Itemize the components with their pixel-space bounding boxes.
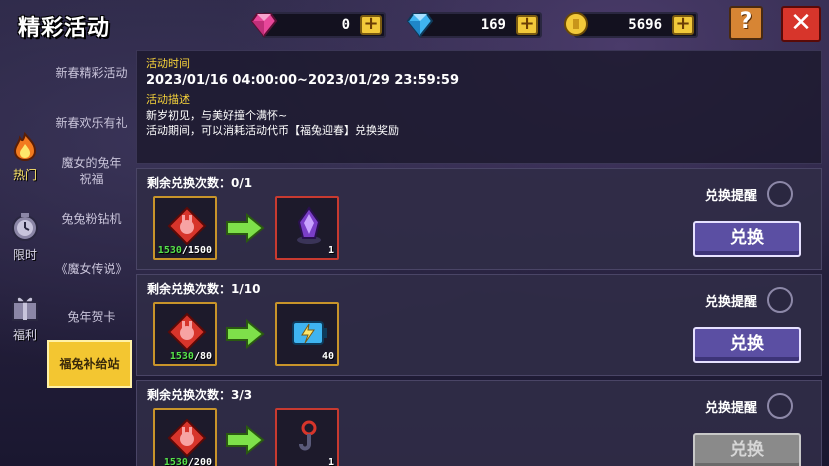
purple-crystal-icon [297, 206, 321, 244]
cost-count: 1530/200 [163, 457, 212, 466]
exchange-reminder-label: 兑换提醒 [704, 189, 757, 204]
cost-item-slot[interactable]: 1530/80 [153, 302, 217, 366]
arrow-right-icon [226, 425, 265, 455]
gold-coin-amount: 5696 [628, 17, 662, 33]
help-button[interactable]: ? [729, 6, 763, 40]
cost-item-slot[interactable]: 1530/1500 [153, 196, 217, 260]
submenu-item-rabbit-diamond[interactable]: 兔兔粉钻机 [50, 206, 133, 232]
flame-icon [13, 131, 37, 162]
description-line-2: 活动期间，可以消耗活动代币【福兔迎春】兑换奖励 [146, 124, 399, 137]
exchange-button[interactable]: 兑换 [693, 433, 801, 466]
reward-count: 40 [321, 351, 334, 362]
red-hook-icon [299, 420, 317, 451]
description-line-1: 新岁初见，与美好撞个满怀~ [146, 109, 288, 122]
reward-item-slot[interactable]: 1 [275, 196, 339, 260]
rail-item-label: 热门 [12, 168, 37, 182]
add-pink-gem-button[interactable]: + [360, 15, 382, 35]
rabbit-token-icon [167, 312, 207, 352]
exchange-button[interactable]: 兑换 [693, 327, 801, 363]
cost-count: 1530/1500 [157, 245, 212, 256]
currency-gold-coin: 5696 + [564, 12, 698, 38]
submenu-item-greeting-card[interactable]: 兔年贺卡 [50, 304, 133, 330]
blue-gem-icon [406, 13, 434, 38]
exchange-button[interactable]: 兑换 [693, 221, 801, 257]
exchange-reminder-label: 兑换提醒 [704, 295, 757, 310]
arrow-right-icon [226, 213, 265, 243]
rail-item-label: 福利 [12, 328, 37, 342]
energy-battery-icon [292, 321, 327, 345]
currency-pink-gem: 0 + [250, 12, 386, 38]
gift-icon [12, 296, 38, 321]
rail-item-label: 限时 [12, 248, 37, 262]
submenu-item-spring-activity[interactable]: 新春精彩活动 [50, 60, 133, 86]
pink-gem-icon [250, 13, 278, 38]
gold-coin-icon [564, 12, 588, 36]
header: 精彩活动 0 + 169 + 5696 + ? ✕ [0, 0, 829, 50]
cost-count: 1530/80 [169, 351, 212, 362]
exchange-reminder-label: 兑换提醒 [704, 401, 757, 416]
submenu-item-supply-station[interactable]: 福兔补给站 [47, 340, 132, 388]
close-button[interactable]: ✕ [781, 6, 821, 42]
exchange-reminder-checkbox[interactable] [767, 181, 793, 207]
activity-submenu: 新春精彩活动 新春欢乐有礼 魔女的兔年祝福 兔兔粉钻机 《魔女传说》 兔年贺卡 … [47, 50, 133, 466]
reward-count: 1 [327, 245, 334, 256]
exchange-row: 剩余兑换次数：3/3 1530/200 1 兑换提醒 兑换 [136, 380, 822, 466]
blue-gem-amount: 169 [480, 17, 506, 33]
rail-item-limited[interactable]: 限时 [0, 212, 50, 272]
rail-item-welfare[interactable]: 福利 [0, 292, 50, 352]
reward-item-slot[interactable]: 40 [275, 302, 339, 366]
arrow-right-icon [226, 319, 265, 349]
rabbit-token-icon [167, 418, 207, 458]
clock-icon [12, 213, 38, 241]
activity-info-panel: 活动时间 2023/01/16 04:00:00~2023/01/29 23:5… [136, 50, 822, 164]
cost-item-slot[interactable]: 1530/200 [153, 408, 217, 466]
submenu-item-witch-blessing[interactable]: 魔女的兔年祝福 [50, 154, 133, 188]
page-title: 精彩活动 [18, 16, 111, 41]
time-value: 2023/01/16 04:00:00~2023/01/29 23:59:59 [146, 73, 460, 88]
exchange-reminder-checkbox[interactable] [767, 287, 793, 313]
submenu-item-witch-legend[interactable]: 《魔女传说》 [50, 256, 133, 282]
currency-blue-gem: 169 + [406, 12, 542, 38]
add-blue-gem-button[interactable]: + [516, 15, 538, 35]
remaining-exchanges: 剩余兑换次数：3/3 [147, 388, 253, 402]
time-heading: 活动时间 [146, 57, 190, 70]
exchange-row: 剩余兑换次数：1/10 1530/80 40 兑换提醒 兑换 [136, 274, 822, 376]
rabbit-token-icon [167, 206, 207, 246]
reward-item-slot[interactable]: 1 [275, 408, 339, 466]
reward-count: 1 [327, 457, 334, 466]
description-heading: 活动描述 [146, 93, 190, 106]
exchange-reminder-checkbox[interactable] [767, 393, 793, 419]
pink-gem-amount: 0 [341, 17, 350, 33]
rail-item-hot[interactable]: 热门 [0, 131, 50, 192]
add-gold-coin-button[interactable]: + [672, 15, 694, 35]
remaining-exchanges: 剩余兑换次数：0/1 [147, 176, 253, 190]
remaining-exchanges: 剩余兑换次数：1/10 [147, 282, 261, 296]
submenu-item-spring-gift[interactable]: 新春欢乐有礼 [50, 110, 133, 136]
exchange-row: 剩余兑换次数：0/1 1530/1500 1 兑换提醒 兑换 [136, 168, 822, 270]
